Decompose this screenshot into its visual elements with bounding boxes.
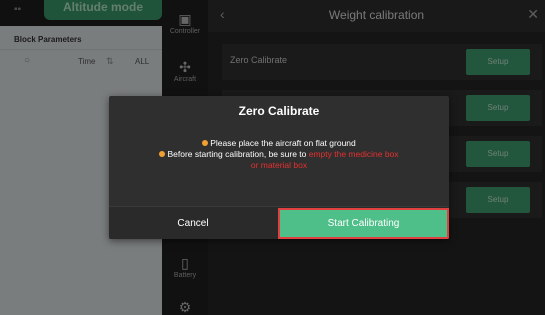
instruction-text: Please place the aircraft on flat ground: [210, 138, 356, 148]
bullet-icon: [159, 151, 166, 157]
dialog-title: Zero Calibrate: [238, 104, 320, 118]
warning-text: empty the medicine box: [308, 149, 399, 159]
cancel-button[interactable]: Cancel: [109, 207, 277, 239]
zero-calibrate-dialog: Zero Calibrate Please place the aircraft…: [109, 96, 449, 239]
dialog-actions: Cancel Start Calibrating: [109, 206, 449, 239]
dialog-instruction-2: Before starting calibration, be sure to …: [109, 149, 449, 159]
instruction-text: Before starting calibration, be sure to: [167, 149, 309, 159]
start-calibrating-button[interactable]: Start Calibrating: [278, 208, 449, 239]
bullet-icon: [202, 140, 209, 146]
dialog-instruction-1: Please place the aircraft on flat ground: [109, 138, 449, 148]
warning-text-continued: or material box: [250, 160, 308, 170]
